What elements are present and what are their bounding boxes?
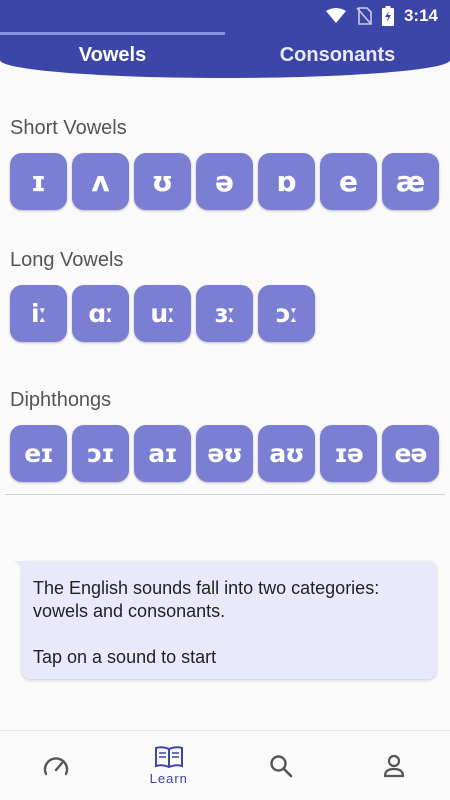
nav-item-learn[interactable]: Learn <box>113 731 226 800</box>
sound-button[interactable]: eɪ <box>10 425 67 482</box>
search-icon <box>270 754 293 777</box>
long-vowels-row: iː ɑː uː ɜː ɔː <box>10 285 315 342</box>
sound-button[interactable]: ɪ <box>10 153 67 210</box>
tab-vowels[interactable]: Vowels <box>0 32 225 78</box>
wifi-icon <box>325 8 346 23</box>
sound-button[interactable]: ɔː <box>258 285 315 342</box>
status-time: 3:14 <box>403 6 438 25</box>
nav-item-search[interactable] <box>225 731 338 800</box>
tab-bar: Vowels Consonants <box>0 32 450 78</box>
book-icon <box>154 746 183 769</box>
sound-button[interactable]: eə <box>382 425 439 482</box>
sound-button[interactable]: ʊ <box>134 153 191 210</box>
sound-button[interactable]: ɔɪ <box>72 425 129 482</box>
nav-item-progress[interactable] <box>0 731 113 800</box>
speedometer-icon <box>44 756 69 775</box>
nav-item-profile[interactable] <box>338 731 450 800</box>
sound-button[interactable]: uː <box>134 285 191 342</box>
battery-charging-icon <box>381 6 394 26</box>
no-sim-icon <box>356 7 372 25</box>
sound-button[interactable]: e <box>320 153 377 210</box>
long-vowels-title: Long Vowels <box>10 249 124 271</box>
bottom-nav: Learn <box>0 730 450 800</box>
sound-button[interactable]: aɪ <box>134 425 191 482</box>
person-icon <box>383 754 404 777</box>
nav-label-learn: Learn <box>149 771 188 786</box>
tab-consonants[interactable]: Consonants <box>225 32 450 78</box>
sound-button[interactable]: æ <box>382 153 439 210</box>
sound-button[interactable]: ə <box>196 153 253 210</box>
info-hint: Tap on a sound to start <box>33 647 217 667</box>
sound-button[interactable]: ʌ <box>72 153 129 210</box>
short-vowels-row: ɪ ʌ ʊ ə ɒ e æ <box>10 153 439 210</box>
sound-button[interactable]: ɪə <box>320 425 377 482</box>
short-vowels-title: Short Vowels <box>10 117 127 139</box>
sound-button[interactable]: iː <box>10 285 67 342</box>
sound-button[interactable]: əʊ <box>196 425 253 482</box>
bubble-notch <box>14 561 26 573</box>
sound-button[interactable]: ɒ <box>258 153 315 210</box>
diphthongs-title: Diphthongs <box>10 389 112 411</box>
info-text: The English sounds fall into two categor… <box>33 578 380 621</box>
status-bar: 3:14 <box>0 0 450 32</box>
sound-button[interactable]: aʊ <box>258 425 315 482</box>
divider <box>5 494 445 495</box>
sound-button[interactable]: ɑː <box>72 285 129 342</box>
diphthongs-row: eɪ ɔɪ aɪ əʊ aʊ ɪə eə <box>10 425 439 482</box>
sound-button[interactable]: ɜː <box>196 285 253 342</box>
info-bubble: The English sounds fall into two categor… <box>14 561 436 679</box>
